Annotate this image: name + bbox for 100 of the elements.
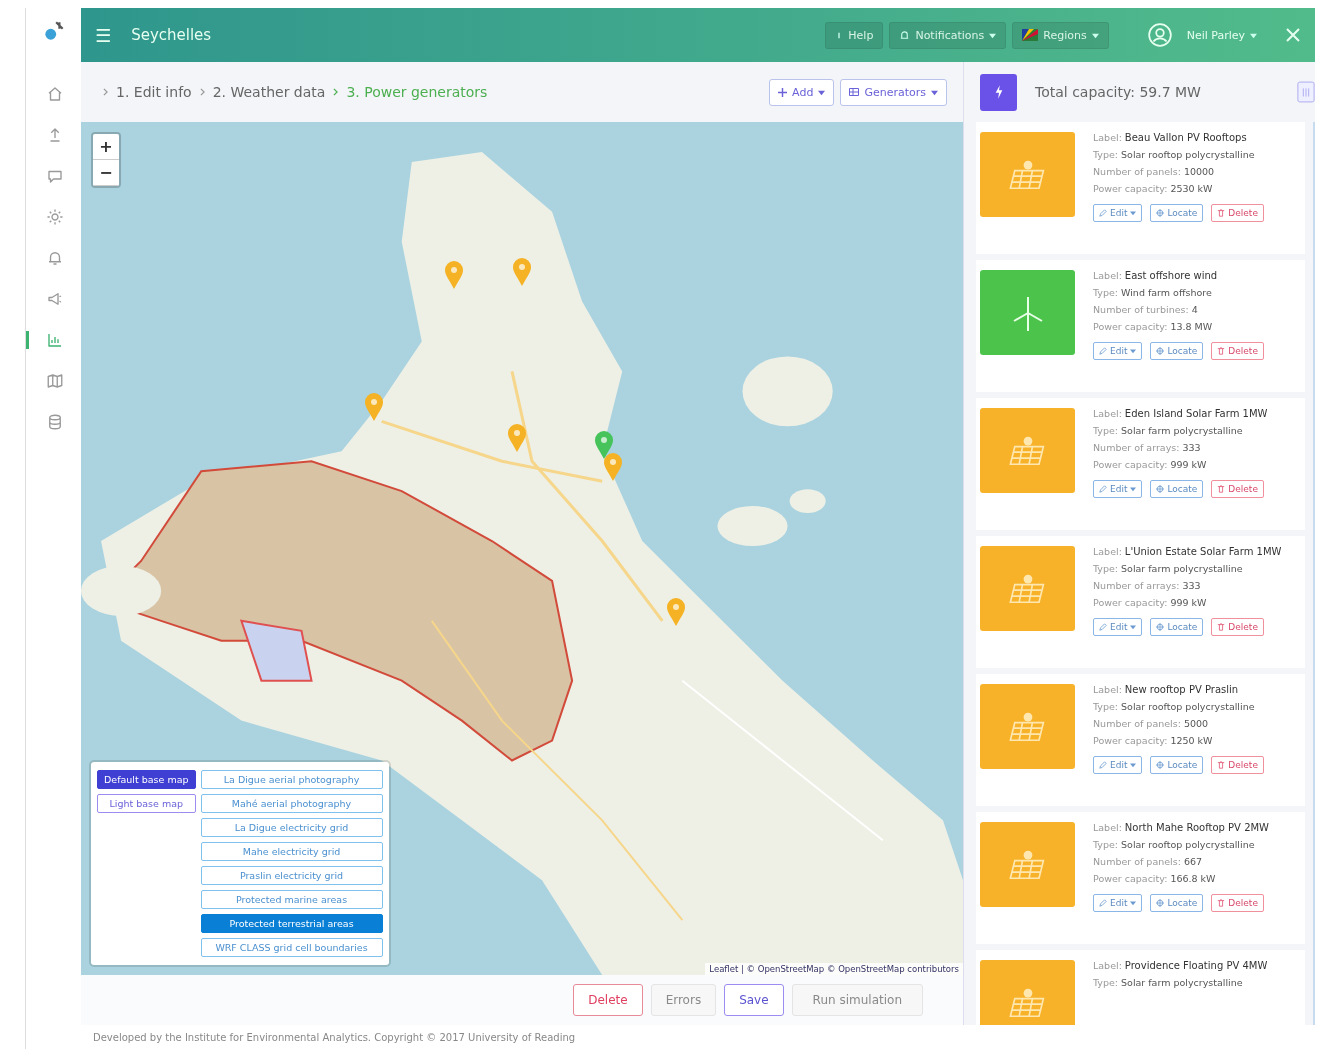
user-menu[interactable]: Neil Parley bbox=[1186, 28, 1257, 42]
zoom-out-button[interactable]: − bbox=[93, 160, 119, 186]
action-button[interactable]: Delete bbox=[573, 984, 643, 1016]
trash-icon bbox=[1217, 347, 1226, 355]
pencil-icon bbox=[1099, 485, 1107, 493]
generator-count: Number of arrays: 333 bbox=[1093, 442, 1202, 453]
generator-type: Type: Solar rooftop polycrystalline bbox=[1093, 701, 1256, 712]
megaphone-icon bbox=[46, 290, 64, 308]
delete-button[interactable]: Delete bbox=[1211, 756, 1264, 774]
base-layer-button[interactable]: Default base map bbox=[97, 770, 196, 789]
overlay-button[interactable]: La Digue aerial photography bbox=[200, 770, 383, 789]
gear-icon bbox=[46, 208, 64, 226]
pencil-icon bbox=[1099, 623, 1107, 631]
crosshair-icon bbox=[1156, 623, 1165, 631]
overlay-button[interactable]: WRF CLASS grid cell boundaries bbox=[200, 938, 383, 957]
map-marker-icon[interactable] bbox=[666, 596, 687, 627]
zoom-in-button[interactable]: + bbox=[93, 134, 119, 160]
caret-icon bbox=[1091, 31, 1099, 39]
overlay-button[interactable]: La Digue electricity grid bbox=[200, 818, 383, 837]
bell-icon bbox=[899, 29, 911, 41]
map-marker-icon[interactable] bbox=[444, 260, 465, 291]
close-icon[interactable] bbox=[1285, 27, 1301, 43]
generator-capacity: Power capacity: 999 kW bbox=[1093, 459, 1208, 470]
action-button[interactable]: Save bbox=[724, 984, 784, 1016]
flag-icon bbox=[1022, 29, 1039, 41]
menu-button[interactable]: ☰ bbox=[95, 24, 112, 46]
breadcrumb-link[interactable]: 1. Edit info bbox=[116, 84, 192, 100]
caret-icon bbox=[1130, 210, 1137, 216]
delete-button[interactable]: Delete bbox=[1211, 894, 1264, 912]
breadcrumb-link[interactable]: 2. Weather data bbox=[212, 84, 326, 100]
home-icon bbox=[46, 85, 64, 103]
trash-icon bbox=[1217, 623, 1226, 631]
map-marker-icon[interactable] bbox=[512, 256, 532, 287]
edit-button[interactable]: Edit bbox=[1093, 342, 1143, 360]
edit-button[interactable]: Edit bbox=[1093, 756, 1143, 774]
locate-button[interactable]: Locate bbox=[1150, 756, 1204, 774]
list-icon bbox=[849, 87, 860, 97]
overlay-button[interactable]: Protected terrestrial areas bbox=[200, 914, 383, 933]
edit-button[interactable]: Edit bbox=[1093, 618, 1143, 636]
add-button[interactable]: Add bbox=[769, 78, 835, 106]
generator-count: Number of panels: 10000 bbox=[1093, 166, 1216, 177]
overlay-button[interactable]: Praslin electricity grid bbox=[200, 866, 383, 885]
caret-icon bbox=[1130, 900, 1137, 906]
edit-button[interactable]: Edit bbox=[1093, 480, 1143, 498]
overlay-button[interactable]: Mahe electricity grid bbox=[200, 842, 383, 861]
generator-label: Label: L'Union Estate Solar Farm 1MW bbox=[1093, 546, 1282, 557]
crosshair-icon bbox=[1156, 899, 1165, 907]
bell-icon bbox=[46, 249, 64, 267]
delete-button[interactable]: Delete bbox=[1211, 480, 1264, 498]
generator-capacity: Power capacity: 2530 kW bbox=[1093, 183, 1214, 194]
caret-icon bbox=[989, 31, 997, 39]
delete-button[interactable]: Delete bbox=[1211, 618, 1264, 636]
generator-label: Label: Beau Vallon PV Rooftops bbox=[1093, 132, 1248, 143]
locate-button[interactable]: Locate bbox=[1150, 204, 1204, 222]
breadcrumb-link[interactable]: 3. Power generators bbox=[346, 84, 488, 100]
footer-text: Developed by the Institute for Environmental Analytics. Copyright © 2017 University of Reading bbox=[92, 1030, 577, 1045]
map-marker-icon[interactable] bbox=[602, 451, 623, 482]
trash-icon bbox=[1217, 209, 1226, 217]
generator-count: Number of panels: 667 bbox=[1093, 856, 1204, 867]
generator-type: Type: Solar rooftop polycrystalline bbox=[1093, 839, 1256, 850]
header-button[interactable]: Regions bbox=[1012, 21, 1109, 49]
trash-icon[interactable] bbox=[1297, 81, 1315, 103]
locate-button[interactable]: Locate bbox=[1150, 480, 1204, 498]
chart-icon bbox=[46, 331, 64, 349]
delete-button[interactable]: Delete bbox=[1211, 342, 1264, 360]
header-button[interactable]: Notifications bbox=[889, 21, 1007, 49]
delete-button[interactable]: Delete bbox=[1211, 204, 1264, 222]
overlay-button[interactable]: Protected marine areas bbox=[200, 890, 383, 909]
caret-icon bbox=[1130, 624, 1137, 630]
locate-button[interactable]: Locate bbox=[1150, 618, 1204, 636]
caret-icon bbox=[1130, 762, 1137, 768]
user-avatar-icon[interactable] bbox=[1146, 22, 1173, 48]
generator-count: Number of panels: 5000 bbox=[1093, 718, 1210, 729]
generator-label: Label: Providence Floating PV 4MW bbox=[1093, 960, 1268, 971]
generator-capacity: Power capacity: 13.8 MW bbox=[1093, 321, 1214, 332]
locate-button[interactable]: Locate bbox=[1150, 342, 1204, 360]
map-marker-icon[interactable] bbox=[594, 429, 614, 460]
app-title: Seychelles bbox=[131, 26, 212, 44]
caret-icon bbox=[1250, 31, 1257, 39]
locate-button[interactable]: Locate bbox=[1150, 894, 1204, 912]
generator-type: Type: Wind farm offshore bbox=[1093, 287, 1213, 298]
crosshair-icon bbox=[1156, 761, 1165, 769]
generators-button[interactable]: Generators bbox=[840, 78, 947, 106]
header-button[interactable]: Help bbox=[825, 21, 884, 49]
map-marker-icon[interactable] bbox=[363, 392, 384, 423]
database-icon bbox=[46, 413, 64, 431]
map-marker-icon[interactable] bbox=[506, 422, 527, 453]
chevron-icon bbox=[333, 88, 339, 96]
crosshair-icon bbox=[1156, 347, 1165, 355]
generator-count: Number of arrays: 333 bbox=[1093, 580, 1202, 591]
edit-button[interactable]: Edit bbox=[1093, 204, 1143, 222]
edit-button[interactable]: Edit bbox=[1093, 894, 1143, 912]
generator-capacity: Power capacity: 999 kW bbox=[1093, 597, 1208, 608]
map-attribution: Leaflet | © OpenStreetMap © OpenStreetMap contributors bbox=[705, 963, 963, 975]
crosshair-icon bbox=[1156, 209, 1165, 217]
base-layer-button[interactable]: Light base map bbox=[97, 794, 196, 813]
generator-type: Type: Solar farm polycrystalline bbox=[1093, 977, 1244, 988]
generator-label: Label: New rooftop PV Praslin bbox=[1093, 684, 1240, 695]
overlay-button[interactable]: Mahé aerial photography bbox=[200, 794, 383, 813]
lightning-icon bbox=[993, 85, 1004, 99]
